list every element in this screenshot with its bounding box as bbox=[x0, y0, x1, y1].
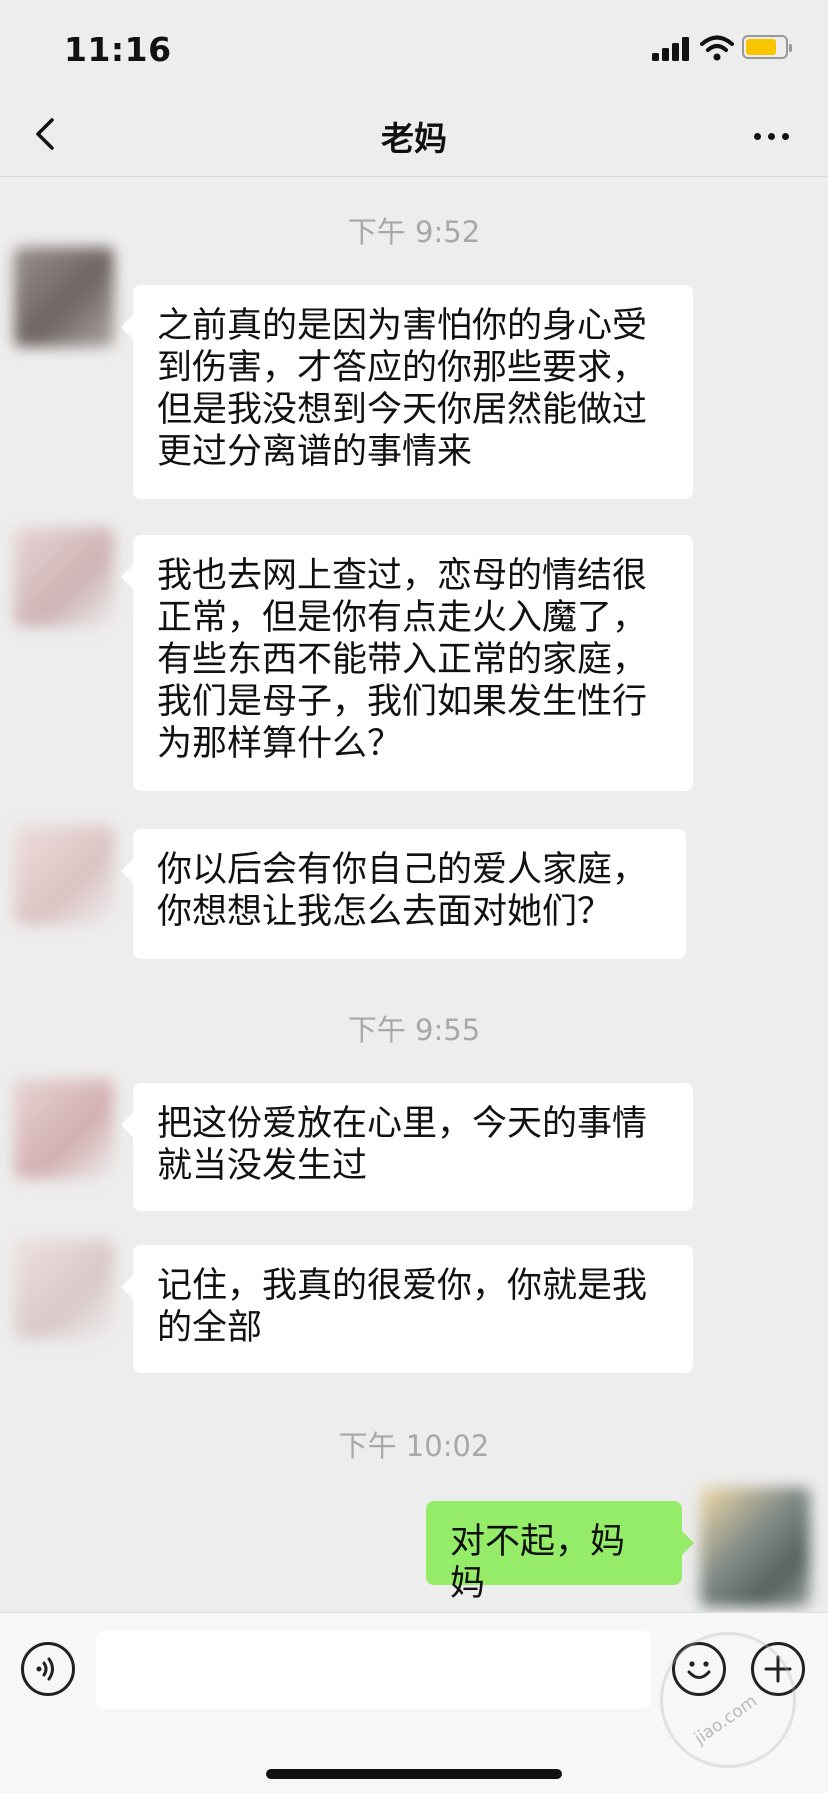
avatar[interactable] bbox=[14, 1239, 114, 1339]
ellipsis-icon[interactable] bbox=[748, 118, 794, 154]
message-bubble[interactable]: 我也去网上查过，恋母的情结很 正常，但是你有点走火入魔了， 有些东西不能带入正常… bbox=[121, 535, 693, 791]
chat-area[interactable]: 下午 9:52 之前真的是因为害怕你的身心受 到伤害，才答应的你那些要求， 但是… bbox=[0, 177, 828, 1610]
avatar[interactable] bbox=[14, 247, 114, 347]
status-time: 11:16 bbox=[64, 30, 172, 69]
message-bubble[interactable]: 你以后会有你自己的爱人家庭， 你想想让我怎么去面对她们？ bbox=[121, 829, 686, 959]
home-indicator[interactable] bbox=[266, 1769, 562, 1779]
battery-icon bbox=[742, 35, 792, 59]
avatar[interactable] bbox=[14, 825, 114, 925]
message-bubble-outgoing[interactable]: 对不起，妈妈 bbox=[426, 1501, 694, 1604]
watermark-logo bbox=[660, 1632, 796, 1768]
message-bubble[interactable]: 记住，我真的很爱你，你就是我 的全部 bbox=[121, 1245, 693, 1373]
message-input[interactable] bbox=[96, 1631, 651, 1709]
status-bar: 11:16 bbox=[0, 0, 828, 96]
avatar[interactable] bbox=[700, 1487, 810, 1607]
signal-icon bbox=[652, 37, 690, 61]
message-bubble[interactable]: 把这份爱放在心里，今天的事情 就当没发生过 bbox=[121, 1083, 693, 1211]
timestamp: 下午 10:02 bbox=[338, 1429, 490, 1463]
avatar[interactable] bbox=[14, 527, 114, 627]
voice-icon[interactable] bbox=[21, 1642, 75, 1696]
timestamp: 下午 9:52 bbox=[347, 215, 481, 249]
chat-title: 老妈 bbox=[381, 119, 447, 158]
avatar[interactable] bbox=[14, 1079, 114, 1179]
nav-bar: 老妈 bbox=[0, 96, 828, 177]
timestamp: 下午 9:55 bbox=[347, 1013, 481, 1047]
wifi-icon bbox=[700, 35, 734, 61]
message-bubble[interactable]: 之前真的是因为害怕你的身心受 到伤害，才答应的你那些要求， 但是我没想到今天你居… bbox=[121, 285, 693, 499]
